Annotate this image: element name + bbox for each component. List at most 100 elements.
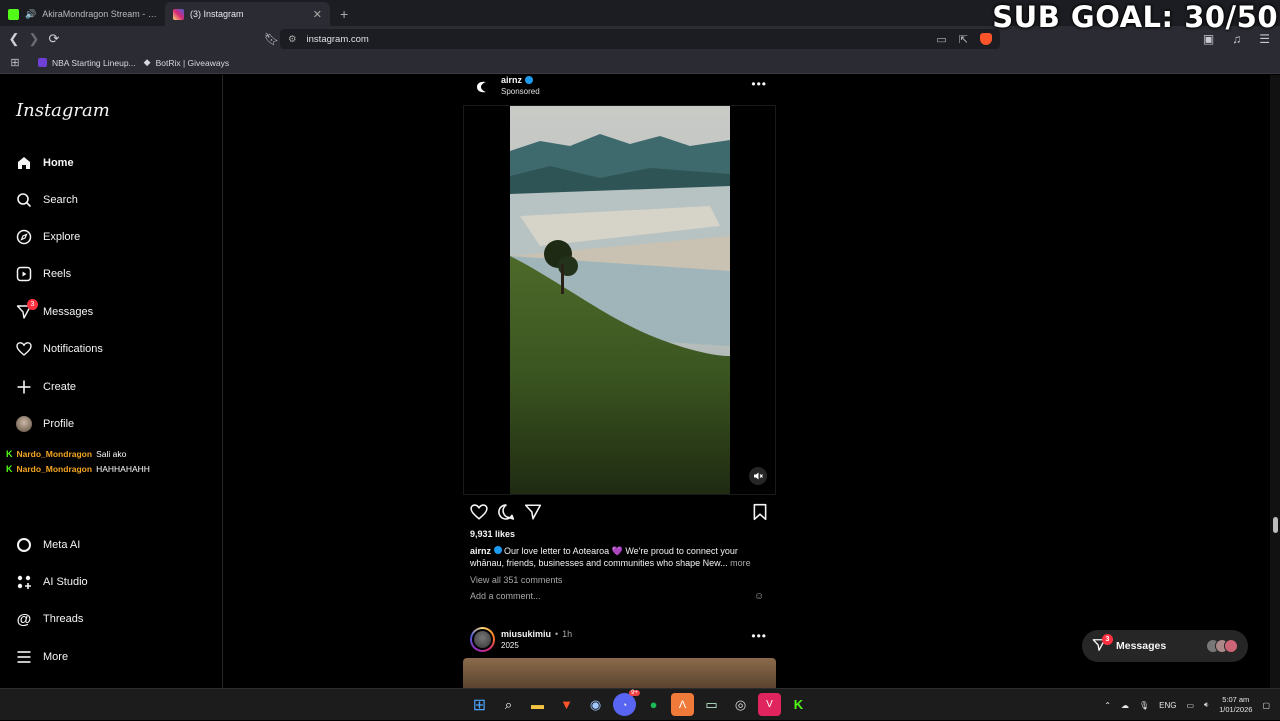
chevron-up-icon[interactable]: ⌃ (1104, 701, 1111, 710)
caption-username[interactable]: airnz (470, 546, 491, 556)
post-time: 1h (562, 629, 573, 639)
like-count[interactable]: 9,931 likes (470, 529, 515, 539)
tab-kick-stream[interactable]: 🔊 AkiraMondragon Stream - Watch (0, 2, 165, 26)
airnz-logo-icon[interactable] (472, 77, 492, 97)
bookmark-label: BotRix | Giveaways (155, 57, 230, 68)
instagram-logo[interactable]: Instagram (16, 100, 110, 121)
nav-reels[interactable]: Reels (15, 262, 71, 286)
back-button[interactable]: ❮ (4, 31, 24, 47)
nav-meta-ai[interactable]: Meta AI (15, 533, 80, 557)
more-link[interactable]: more (730, 558, 751, 568)
kick-icon[interactable]: K (787, 693, 810, 716)
plus-icon (15, 378, 33, 396)
brave-icon[interactable]: ▼ (555, 693, 578, 716)
instagram-icon (173, 8, 184, 20)
brave-shields-icon[interactable] (980, 33, 992, 45)
post-video[interactable] (463, 105, 776, 495)
messenger-icon: 3 (15, 299, 38, 321)
reload-button[interactable]: ⟳ (44, 31, 64, 47)
post-subtitle: 2025 (501, 641, 519, 650)
clock-date: 1/01/2026 (1219, 705, 1253, 714)
bookmarks-bar: ⊞ NBA Starting Lineup... ◆ BotRix | Give… (0, 52, 1280, 74)
like-heart-icon[interactable] (470, 503, 488, 521)
save-bookmark-icon[interactable] (751, 503, 769, 521)
share-icon[interactable]: ⇱ (959, 33, 968, 46)
instagram-page: Instagram Home Search Explore Reels 3 Me… (0, 75, 1280, 688)
bookmark-icon[interactable]: 🔖︎ (264, 32, 279, 46)
nav-messages[interactable]: 3 Messages (15, 299, 93, 324)
post-image[interactable] (463, 658, 776, 688)
search-icon[interactable]: ⌕ (497, 693, 520, 716)
post-username[interactable]: miusukimiu • 1h (501, 629, 572, 639)
apps-grid-icon[interactable]: ⊞ (0, 56, 30, 69)
valorant-icon[interactable]: V (758, 693, 781, 716)
bookmark-nba[interactable]: NBA Starting Lineup... (38, 58, 136, 68)
media-icon[interactable]: ♫ (1232, 32, 1241, 46)
nav-threads[interactable]: @ Threads (15, 607, 84, 631)
close-tab-icon[interactable]: ✕ (313, 8, 322, 21)
app-icon[interactable]: Λ (671, 693, 694, 716)
scrollbar-thumb[interactable] (1273, 517, 1278, 533)
clock[interactable]: 5:07 am 1/01/2026 (1219, 695, 1252, 715)
nav-ai-studio[interactable]: AI Studio (15, 570, 88, 594)
nav-home[interactable]: Home (15, 151, 74, 175)
messenger-icon: 3 (1092, 634, 1113, 654)
language-indicator[interactable]: ENG (1159, 701, 1176, 710)
cast-icon[interactable]: ▭ (936, 33, 946, 46)
site-info-icon[interactable]: ⚙︎ (288, 34, 297, 45)
nav-label: AI Studio (43, 576, 88, 588)
volume-icon[interactable]: 🔉︎ (1204, 700, 1209, 710)
nav-label: More (43, 651, 69, 663)
story-avatar[interactable] (470, 627, 495, 652)
post-username[interactable]: airnz (501, 75, 534, 85)
nav-create[interactable]: Create (15, 375, 76, 399)
comment-icon[interactable] (497, 503, 515, 521)
mute-icon[interactable] (749, 467, 767, 485)
notification-center-icon[interactable]: ▢ (1262, 701, 1270, 710)
menu-icon[interactable]: ☰ (1259, 32, 1270, 46)
verified-icon (493, 546, 502, 554)
nav-notifications[interactable]: Notifications (15, 337, 103, 361)
windows-start-icon[interactable]: ⊞ (468, 693, 491, 716)
post-actions (470, 503, 770, 523)
bookmark-favicon (38, 58, 47, 67)
threads-icon: @ (16, 610, 32, 628)
obs-icon[interactable]: ◎ (729, 693, 752, 716)
tab-instagram[interactable]: (3) Instagram ✕ (165, 2, 330, 26)
post-caption: airnz Our love letter to Aotearoa 💜 We'r… (470, 545, 770, 569)
forward-button[interactable]: ❯ (24, 31, 44, 47)
reels-icon (15, 265, 33, 283)
diamond-icon: ◆ (143, 57, 151, 67)
share-icon[interactable] (524, 503, 542, 521)
onedrive-icon[interactable]: ☁ (1121, 701, 1129, 710)
nav-more[interactable]: More (15, 645, 68, 669)
messages-button[interactable]: 3 Messages (1082, 630, 1248, 662)
sidebar-icon[interactable]: ▣ (1203, 32, 1214, 46)
file-explorer-icon[interactable]: ▬ (526, 693, 549, 716)
discord-icon[interactable]: ◔ 9+ (613, 690, 640, 716)
terminal-icon[interactable]: ▭ (700, 693, 723, 716)
nav-explore[interactable]: Explore (15, 225, 80, 249)
new-tab-button[interactable]: + (330, 6, 358, 26)
windows-taskbar: ⊞ ⌕ ▬ ▼ ◉ ◔ 9+ ● Λ ▭ ◎ V K ⌃ ☁ 🎙︎ ENG ▭ 🔉… (0, 688, 1280, 720)
page-scrollbar[interactable] (1270, 75, 1280, 688)
add-comment-input[interactable]: Add a comment... (470, 591, 541, 601)
more-options-icon[interactable]: ••• (751, 629, 767, 643)
video-frame[interactable] (510, 106, 730, 494)
emoji-icon[interactable]: ☺ (754, 591, 764, 602)
instagram-sidebar: Instagram Home Search Explore Reels 3 Me… (0, 75, 223, 688)
nav-search[interactable]: Search (15, 188, 78, 212)
bookmark-botrix[interactable]: ◆ BotRix | Giveaways (144, 57, 229, 68)
messages-label: Messages (1116, 640, 1167, 652)
microphone-icon[interactable]: 🎙︎ (1139, 701, 1149, 710)
spotify-icon[interactable]: ● (642, 693, 665, 716)
audio-icon[interactable]: 🔊 (25, 9, 36, 20)
view-comments-link[interactable]: View all 351 comments (470, 575, 562, 585)
kick-icon: K (6, 449, 13, 459)
nav-profile[interactable]: Profile (15, 412, 74, 436)
address-bar[interactable]: ⚙︎ instagram.com ▭ ⇱ (280, 29, 1000, 49)
network-icon[interactable]: ▭ (1186, 701, 1194, 710)
more-options-icon[interactable]: ••• (751, 77, 767, 91)
steam-icon[interactable]: ◉ (584, 693, 607, 716)
menu-icon (15, 648, 33, 666)
